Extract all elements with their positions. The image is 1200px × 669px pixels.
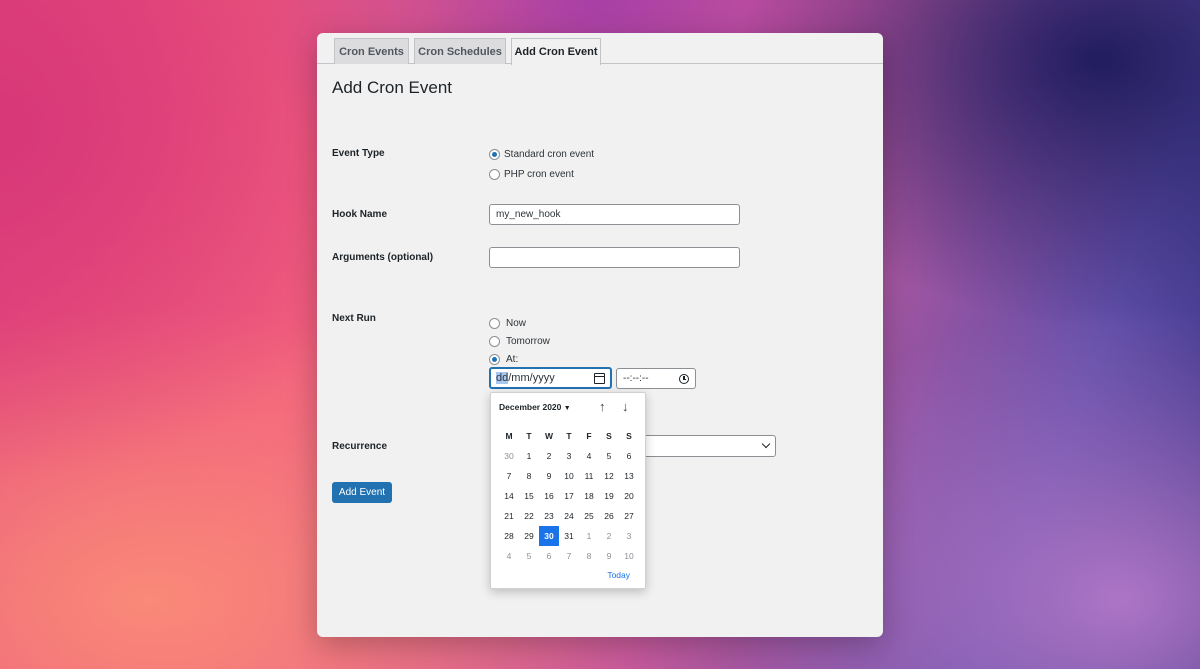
weekday-header: M bbox=[505, 431, 513, 441]
calendar-day[interactable]: 23 bbox=[539, 506, 559, 526]
date-input[interactable]: dd/mm/yyyy bbox=[489, 367, 612, 389]
calendar-day[interactable]: 3 bbox=[619, 526, 639, 546]
recurrence-label: Recurrence bbox=[332, 441, 388, 452]
calendar-day[interactable]: 19 bbox=[599, 486, 619, 506]
month-dropdown[interactable]: December 2020 ▼ bbox=[499, 402, 571, 412]
calendar-day[interactable]: 13 bbox=[619, 466, 639, 486]
calendar-day[interactable]: 4 bbox=[499, 546, 519, 566]
radio-at[interactable]: At: bbox=[489, 354, 518, 365]
calendar-day[interactable]: 27 bbox=[619, 506, 639, 526]
arguments-label: Arguments (optional) bbox=[332, 252, 434, 263]
calendar-day[interactable]: 5 bbox=[519, 546, 539, 566]
tab-add-cron-event[interactable]: Add Cron Event bbox=[511, 38, 601, 65]
radio-label: At: bbox=[506, 354, 519, 365]
calendar-day[interactable]: 10 bbox=[619, 546, 639, 566]
calendar-day[interactable]: 5 bbox=[599, 446, 619, 466]
weekday-header: S bbox=[626, 431, 632, 441]
calendar-day[interactable]: 22 bbox=[519, 506, 539, 526]
weekday-header: T bbox=[566, 431, 572, 441]
calendar-day[interactable]: 20 bbox=[619, 486, 639, 506]
radio-unchecked-icon[interactable] bbox=[489, 169, 500, 180]
arrow-up-icon[interactable]: ↑ bbox=[599, 400, 606, 414]
calendar-day[interactable]: 7 bbox=[559, 546, 579, 566]
calendar-day[interactable]: 3 bbox=[559, 446, 579, 466]
time-value: --:--:-- bbox=[623, 373, 649, 384]
chevron-down-icon bbox=[761, 439, 771, 449]
calendar-day[interactable]: 30 bbox=[499, 446, 519, 466]
calendar-day[interactable]: 14 bbox=[499, 486, 519, 506]
weekday-header: F bbox=[586, 431, 592, 441]
weekday-header: W bbox=[544, 431, 554, 441]
date-picker-popup: December 2020 ▼ ↑ ↓ M T W T F S S 30 1 2 3 4 5 6 7 8 9 10… bbox=[490, 392, 646, 589]
calendar-day[interactable]: 4 bbox=[579, 446, 599, 466]
calendar-day[interactable]: 16 bbox=[539, 486, 559, 506]
radio-label: Now bbox=[506, 318, 527, 329]
radio-now[interactable]: Now bbox=[489, 318, 526, 329]
radio-unchecked-icon[interactable] bbox=[489, 318, 500, 329]
calendar-day[interactable]: 24 bbox=[559, 506, 579, 526]
calendar-day[interactable]: 9 bbox=[599, 546, 619, 566]
calendar-day[interactable]: 18 bbox=[579, 486, 599, 506]
calendar-day[interactable]: 28 bbox=[499, 526, 519, 546]
hook-name-label: Hook Name bbox=[332, 209, 388, 220]
arguments-input[interactable] bbox=[489, 247, 740, 268]
tab-cron-events[interactable]: Cron Events bbox=[334, 38, 409, 64]
calendar-day[interactable]: 12 bbox=[599, 466, 619, 486]
radio-label: Tomorrow bbox=[506, 336, 550, 347]
radio-checked-icon[interactable] bbox=[489, 149, 500, 160]
calendar-day[interactable]: 8 bbox=[579, 546, 599, 566]
radio-checked-icon[interactable] bbox=[489, 354, 500, 365]
radio-standard-cron-event[interactable]: Standard cron event bbox=[489, 149, 594, 160]
weekday-header: T bbox=[526, 431, 532, 441]
calendar-day[interactable]: 1 bbox=[519, 446, 539, 466]
calendar-icon[interactable] bbox=[594, 372, 605, 384]
calendar-day[interactable]: 6 bbox=[619, 446, 639, 466]
month-label: December 2020 bbox=[499, 402, 562, 412]
calendar-day[interactable]: 11 bbox=[579, 466, 599, 486]
event-type-label: Event Type bbox=[332, 148, 385, 159]
calendar-grid: M T W T F S S 30 1 2 3 4 5 6 7 8 9 10 11 12 13 14 15 16 17 18 19 20… bbox=[499, 426, 639, 566]
date-segment-rest: /mm/yyyy bbox=[508, 372, 555, 384]
calendar-day[interactable]: 1 bbox=[579, 526, 599, 546]
add-event-button[interactable]: Add Event bbox=[332, 482, 392, 503]
weekday-header: S bbox=[606, 431, 612, 441]
hook-name-input[interactable] bbox=[489, 204, 740, 225]
plugin-window: Cron Events Cron Schedules Add Cron Even… bbox=[317, 33, 883, 637]
calendar-day[interactable]: 21 bbox=[499, 506, 519, 526]
radio-unchecked-icon[interactable] bbox=[489, 336, 500, 347]
calendar-day[interactable]: 17 bbox=[559, 486, 579, 506]
next-run-label: Next Run bbox=[332, 313, 376, 324]
calendar-day[interactable]: 29 bbox=[519, 526, 539, 546]
calendar-day[interactable]: 10 bbox=[559, 466, 579, 486]
caret-down-icon: ▼ bbox=[563, 405, 571, 412]
radio-php-cron-event[interactable]: PHP cron event bbox=[489, 169, 574, 180]
arrow-down-icon[interactable]: ↓ bbox=[622, 400, 629, 414]
tab-bar: Cron Events Cron Schedules Add Cron Even… bbox=[317, 33, 883, 65]
calendar-day[interactable]: 2 bbox=[599, 526, 619, 546]
calendar-day[interactable]: 6 bbox=[539, 546, 559, 566]
calendar-day[interactable]: 8 bbox=[519, 466, 539, 486]
calendar-day-selected[interactable]: 30 bbox=[539, 526, 559, 546]
clock-icon[interactable] bbox=[679, 373, 689, 384]
radio-label: PHP cron event bbox=[504, 169, 574, 180]
calendar-day[interactable]: 2 bbox=[539, 446, 559, 466]
calendar-day[interactable]: 7 bbox=[499, 466, 519, 486]
calendar-day[interactable]: 26 bbox=[599, 506, 619, 526]
today-button[interactable]: Today bbox=[607, 570, 630, 580]
calendar-day[interactable]: 25 bbox=[579, 506, 599, 526]
calendar-day[interactable]: 15 bbox=[519, 486, 539, 506]
time-input[interactable]: --:--:-- bbox=[616, 368, 696, 389]
calendar-day[interactable]: 9 bbox=[539, 466, 559, 486]
page-title: Add Cron Event bbox=[332, 78, 453, 97]
tab-cron-schedules[interactable]: Cron Schedules bbox=[414, 38, 506, 64]
calendar-day[interactable]: 31 bbox=[559, 526, 579, 546]
radio-label: Standard cron event bbox=[504, 149, 595, 160]
radio-tomorrow[interactable]: Tomorrow bbox=[489, 336, 550, 347]
recurrence-select[interactable] bbox=[637, 435, 776, 457]
date-segment-day[interactable]: dd bbox=[496, 372, 509, 384]
